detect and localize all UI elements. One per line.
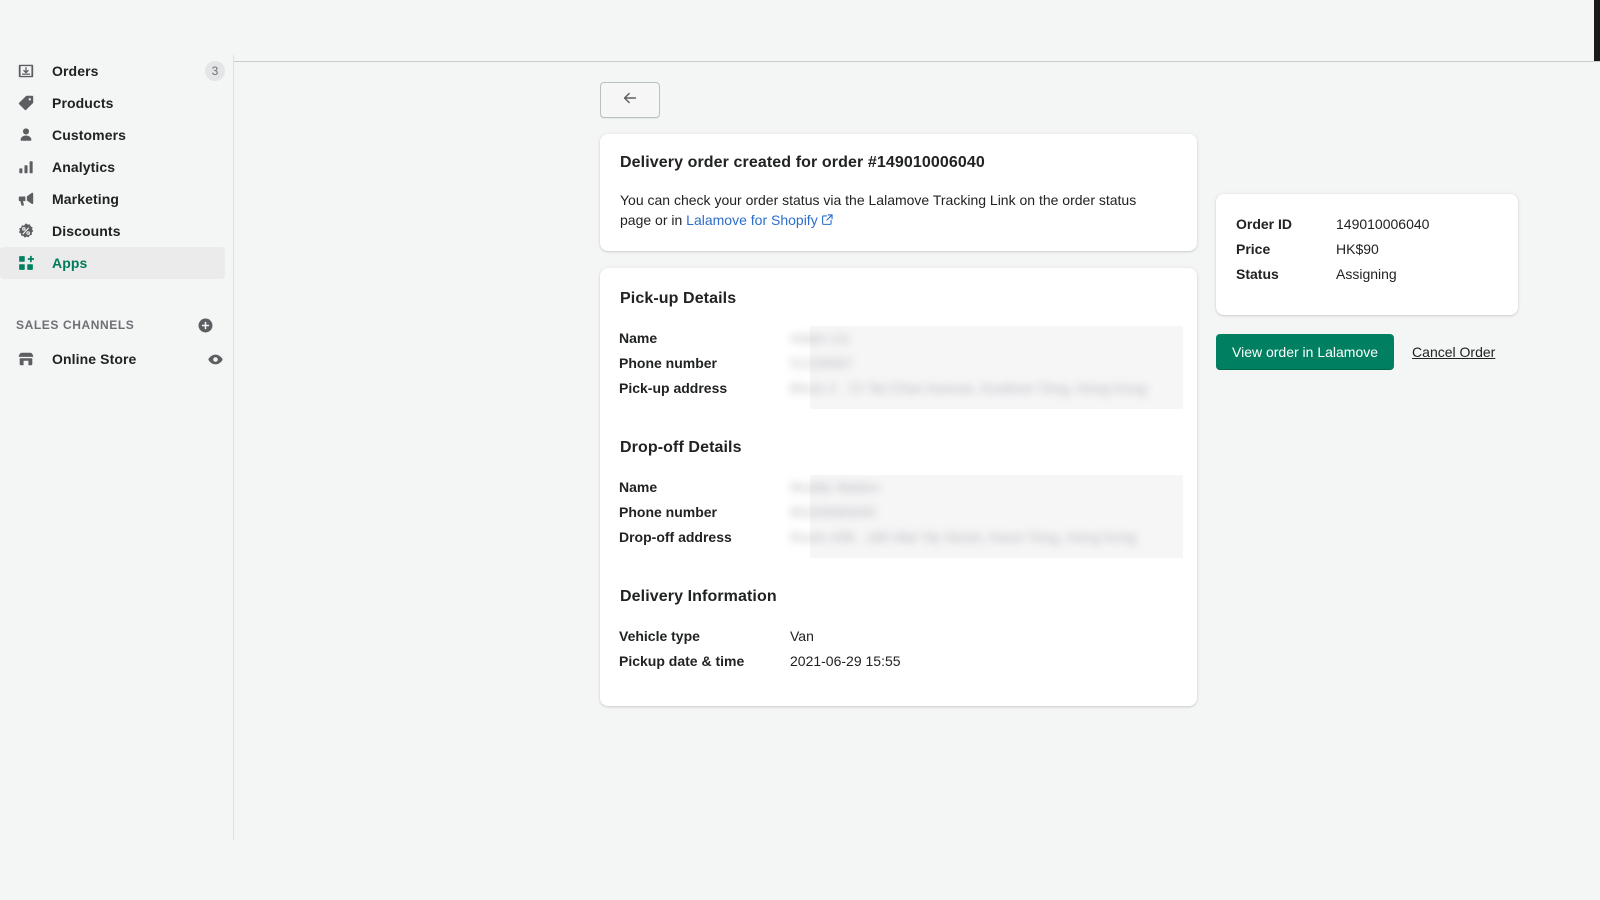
field-value: 85259990000 bbox=[790, 504, 876, 520]
window-right-edge bbox=[1594, 0, 1600, 61]
order-details-card: Pick-up Details Name Adam Liu Phone numb… bbox=[600, 268, 1197, 706]
sidebar-item-label: Products bbox=[52, 95, 113, 111]
status-badge: Assigning bbox=[1336, 266, 1397, 282]
top-bar bbox=[0, 0, 1600, 62]
back-button-row bbox=[600, 82, 660, 118]
order-summary-card: Order ID 149010006040 Price HK$90 Status… bbox=[1216, 194, 1518, 315]
summary-value: 149010006040 bbox=[1336, 216, 1429, 232]
pickup-section-title: Pick-up Details bbox=[600, 290, 1197, 308]
arrow-left-icon bbox=[621, 89, 639, 112]
summary-row: Order ID 149010006040 bbox=[1236, 216, 1498, 241]
pickup-redaction-overlay bbox=[810, 326, 1183, 409]
notice-title: Delivery order created for order #149010… bbox=[620, 154, 1177, 172]
field-row: Vehicle type Van bbox=[600, 628, 1197, 653]
sidebar-item-label: Discounts bbox=[52, 223, 121, 239]
field-value: Van bbox=[790, 628, 814, 644]
field-value: Muddy Waters bbox=[790, 479, 880, 495]
products-icon bbox=[16, 93, 36, 113]
sidebar-item-analytics[interactable]: Analytics bbox=[0, 151, 225, 183]
section-spacer bbox=[600, 554, 1197, 588]
field-value: Room 436 , 180 Wai Yip Street, Kwun Tong… bbox=[790, 529, 1136, 545]
summary-row: Price HK$90 bbox=[1236, 241, 1498, 266]
store-icon bbox=[16, 349, 36, 369]
pickup-fields: Name Adam Liu Phone number 51234567 Pick… bbox=[600, 330, 1197, 405]
sidebar-item-label: Orders bbox=[52, 63, 99, 79]
main-content: Delivery order created for order #149010… bbox=[235, 62, 1600, 900]
sidebar-item-label: Marketing bbox=[52, 191, 119, 207]
external-link-icon bbox=[821, 211, 834, 231]
summary-row: Status Assigning bbox=[1236, 266, 1498, 291]
customers-icon bbox=[16, 125, 36, 145]
apps-icon bbox=[16, 253, 36, 273]
field-label: Drop-off address bbox=[600, 529, 790, 545]
field-label: Pick-up address bbox=[600, 380, 790, 396]
sidebar-item-apps[interactable]: Apps bbox=[0, 247, 225, 279]
sidebar: Orders 3 Products Customers Analytics bbox=[0, 55, 234, 840]
delivery-fields: Vehicle type Van Pickup date & time 2021… bbox=[600, 628, 1197, 678]
sidebar-section-sales-channels: SALES CHANNELS bbox=[0, 311, 233, 339]
cancel-order-link[interactable]: Cancel Order bbox=[1412, 344, 1495, 360]
section-spacer bbox=[600, 405, 1197, 439]
field-label: Name bbox=[600, 479, 790, 495]
field-label: Vehicle type bbox=[600, 628, 790, 644]
field-value: Adam Liu bbox=[790, 330, 849, 346]
plus-circle-icon[interactable] bbox=[195, 315, 215, 335]
eye-icon[interactable] bbox=[205, 349, 225, 369]
section-title: SALES CHANNELS bbox=[16, 318, 134, 332]
delivery-section-title: Delivery Information bbox=[600, 588, 1197, 606]
view-order-in-lalamove-button[interactable]: View order in Lalamove bbox=[1216, 334, 1394, 370]
orders-count-badge: 3 bbox=[205, 61, 225, 81]
sidebar-item-orders[interactable]: Orders 3 bbox=[0, 55, 225, 87]
lalamove-for-shopify-link[interactable]: Lalamove for Shopify bbox=[686, 212, 834, 228]
sidebar-item-products[interactable]: Products bbox=[0, 87, 225, 119]
discounts-icon bbox=[16, 221, 36, 241]
sidebar-item-label: Online Store bbox=[52, 351, 136, 367]
marketing-icon bbox=[16, 189, 36, 209]
field-value: 2021-06-29 15:55 bbox=[790, 653, 901, 669]
summary-label: Price bbox=[1236, 241, 1336, 257]
sidebar-item-customers[interactable]: Customers bbox=[0, 119, 225, 151]
field-label: Phone number bbox=[600, 504, 790, 520]
summary-label: Order ID bbox=[1236, 216, 1336, 232]
sidebar-item-label: Apps bbox=[52, 255, 87, 271]
delivery-notice-card: Delivery order created for order #149010… bbox=[600, 134, 1197, 251]
sidebar-item-label: Customers bbox=[52, 127, 126, 143]
field-value: Block 2 , 72 Tat Chee Avenue, Kowloon To… bbox=[790, 380, 1146, 396]
back-button[interactable] bbox=[600, 82, 660, 118]
sidebar-item-marketing[interactable]: Marketing bbox=[0, 183, 225, 215]
link-label: Lalamove for Shopify bbox=[686, 212, 818, 228]
field-value: 51234567 bbox=[790, 355, 852, 371]
sidebar-item-online-store[interactable]: Online Store bbox=[0, 343, 225, 375]
sidebar-item-label: Analytics bbox=[52, 159, 115, 175]
dropoff-section-title: Drop-off Details bbox=[600, 439, 1197, 457]
summary-value: HK$90 bbox=[1336, 241, 1379, 257]
dropoff-fields: Name Muddy Waters Phone number 852599900… bbox=[600, 479, 1197, 554]
summary-label: Status bbox=[1236, 266, 1336, 282]
sidebar-item-discounts[interactable]: Discounts bbox=[0, 215, 225, 247]
order-actions: View order in Lalamove Cancel Order bbox=[1216, 334, 1495, 370]
sidebar-spacer bbox=[0, 279, 233, 305]
field-label: Phone number bbox=[600, 355, 790, 371]
field-row: Pickup date & time 2021-06-29 15:55 bbox=[600, 653, 1197, 678]
field-label: Pickup date & time bbox=[600, 653, 790, 669]
orders-icon bbox=[16, 61, 36, 81]
field-label: Name bbox=[600, 330, 790, 346]
notice-body: You can check your order status via the … bbox=[620, 190, 1160, 231]
analytics-icon bbox=[16, 157, 36, 177]
